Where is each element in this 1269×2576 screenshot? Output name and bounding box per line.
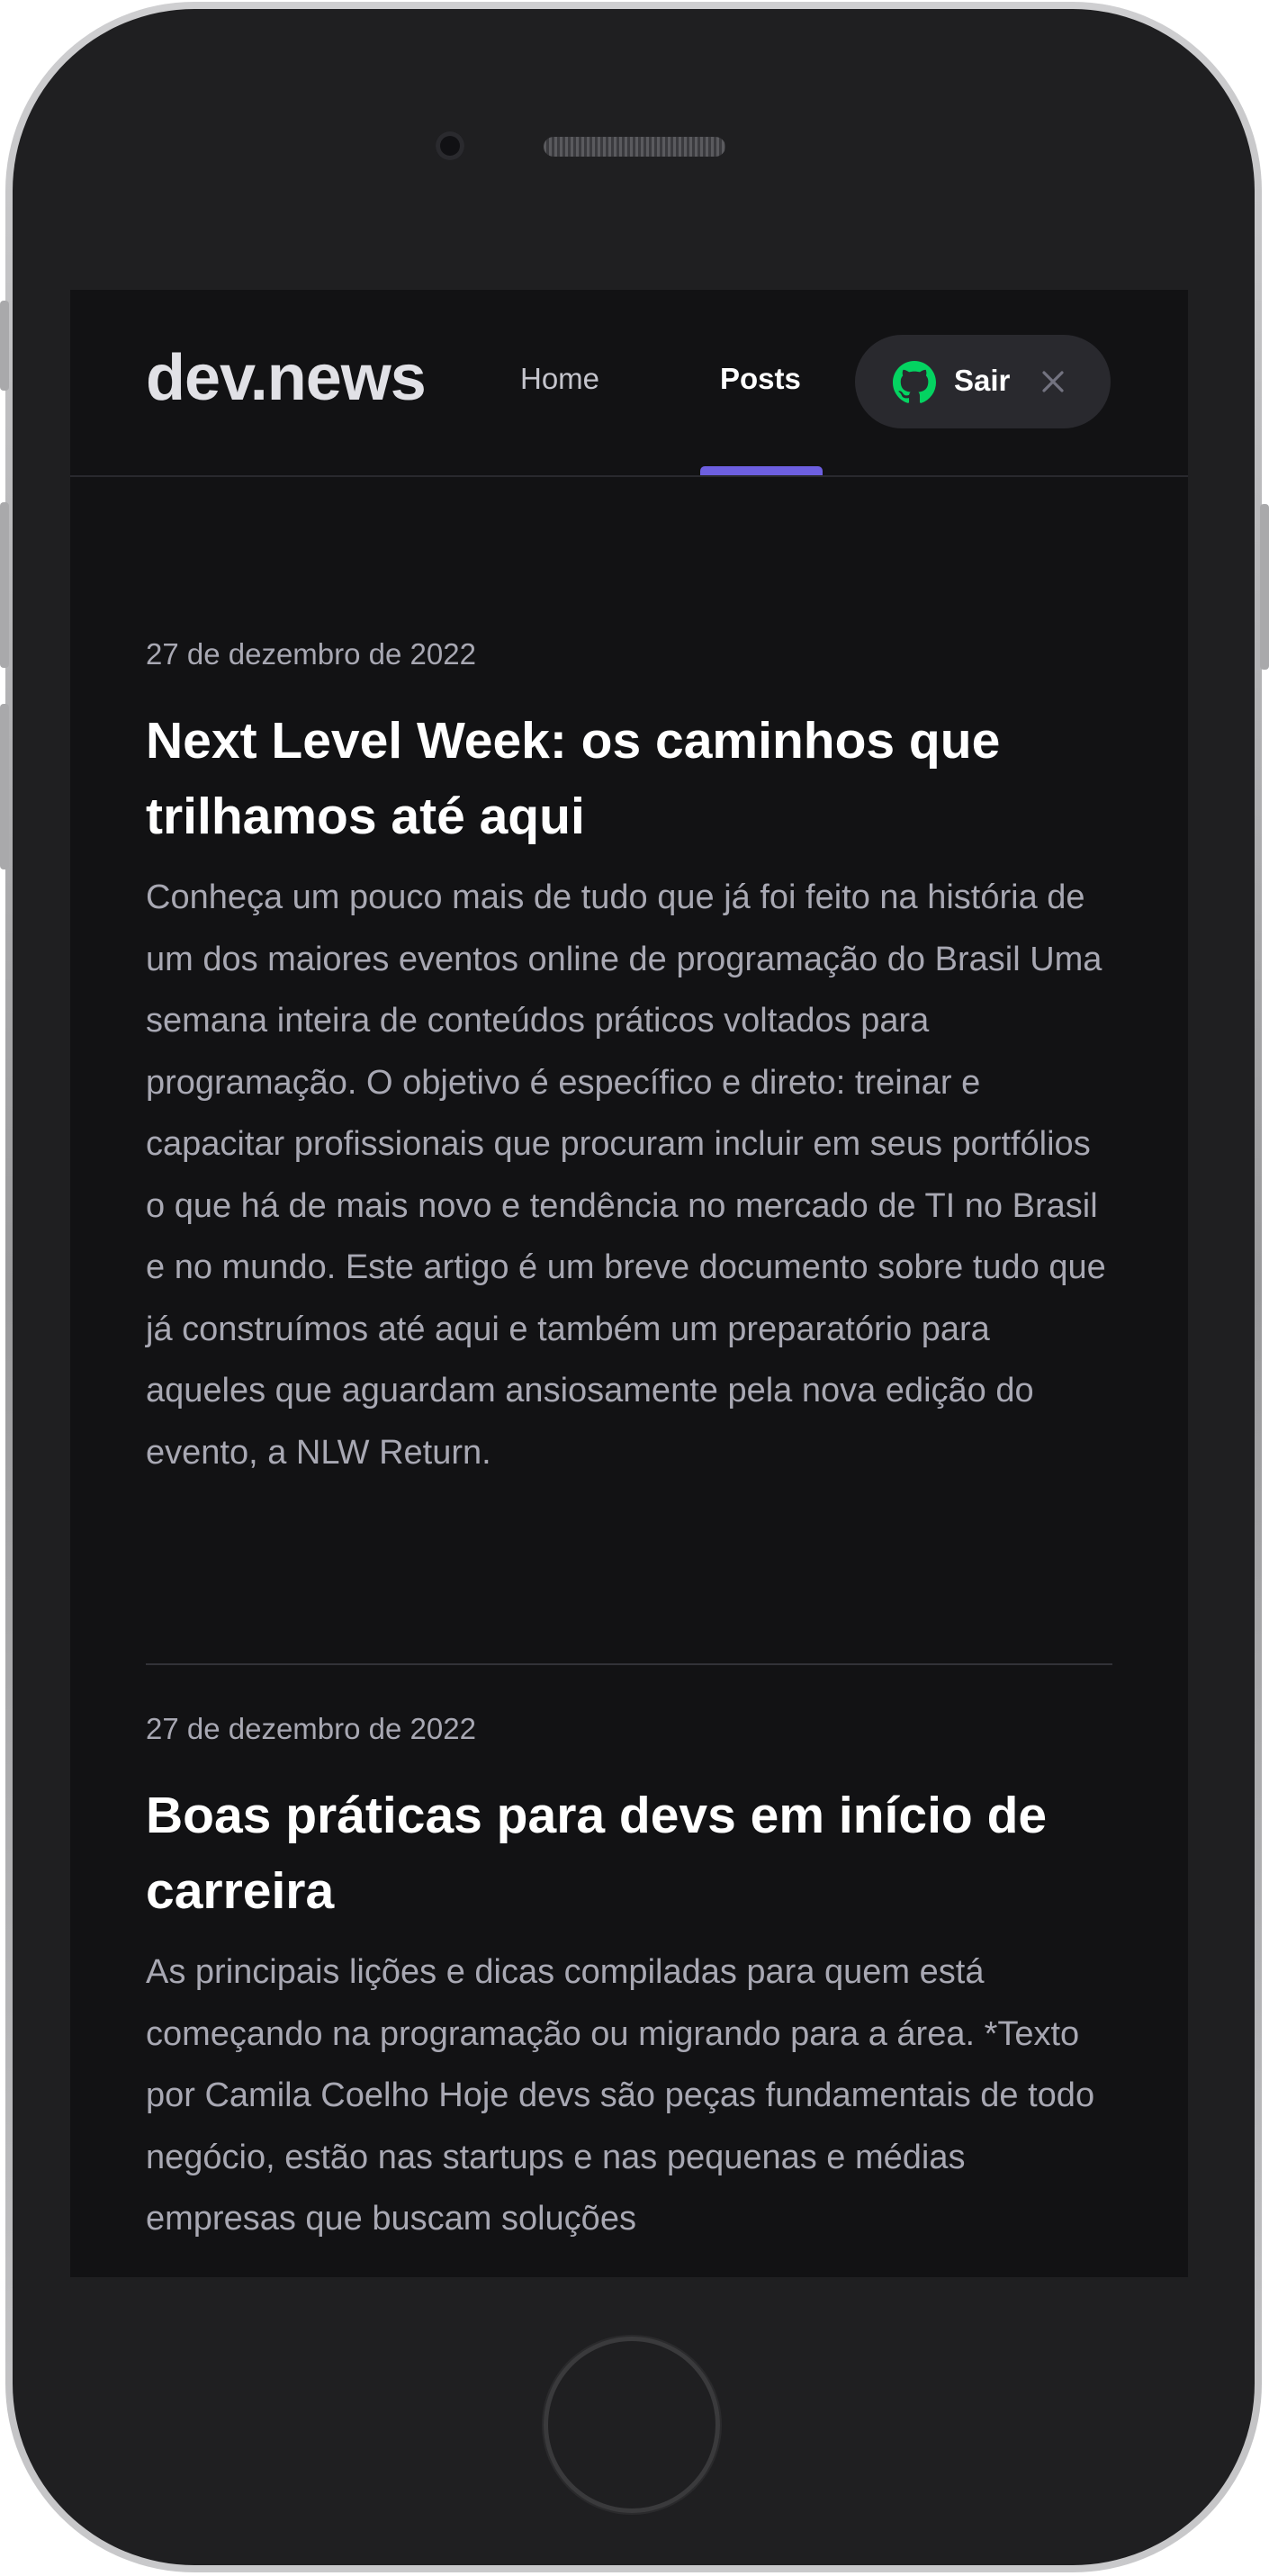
post-item[interactable]: 27 de dezembro de 2022 Next Level Week: …: [146, 639, 1112, 1483]
volume-down-button: [0, 704, 9, 869]
post-title[interactable]: Boas práticas para devs em início de car…: [146, 1778, 1112, 1929]
front-camera: [436, 131, 464, 160]
earpiece-speaker: [544, 137, 725, 157]
post-title[interactable]: Next Level Week: os caminhos que trilham…: [146, 703, 1112, 854]
home-button[interactable]: [544, 2337, 720, 2513]
signout-button[interactable]: Sair: [855, 335, 1111, 428]
volume-up-button: [0, 502, 9, 668]
power-button: [1260, 504, 1269, 670]
post-date: 27 de dezembro de 2022: [146, 637, 476, 671]
nav-link-posts[interactable]: Posts: [720, 364, 801, 393]
nav-link-home[interactable]: Home: [520, 364, 599, 393]
post-divider: [146, 1663, 1112, 1665]
signout-label: Sair: [954, 364, 1011, 397]
post-item[interactable]: 27 de dezembro de 2022 Boas práticas par…: [146, 1714, 1112, 2250]
post-date: 27 de dezembro de 2022: [146, 1712, 476, 1745]
github-icon: [893, 361, 936, 403]
close-icon[interactable]: [1039, 367, 1067, 396]
site-logo[interactable]: dev.news: [146, 346, 427, 410]
app-screen: dev.news Home Posts Sair 27 de dezembro …: [70, 290, 1188, 2277]
post-excerpt: Conheça um pouco mais de tudo que já foi…: [146, 878, 1106, 1472]
post-excerpt: As principais lições e dicas compiladas …: [146, 1953, 1095, 2238]
mute-switch: [0, 301, 9, 391]
nav-active-indicator: [700, 466, 823, 475]
site-header: dev.news Home Posts Sair: [70, 290, 1188, 477]
